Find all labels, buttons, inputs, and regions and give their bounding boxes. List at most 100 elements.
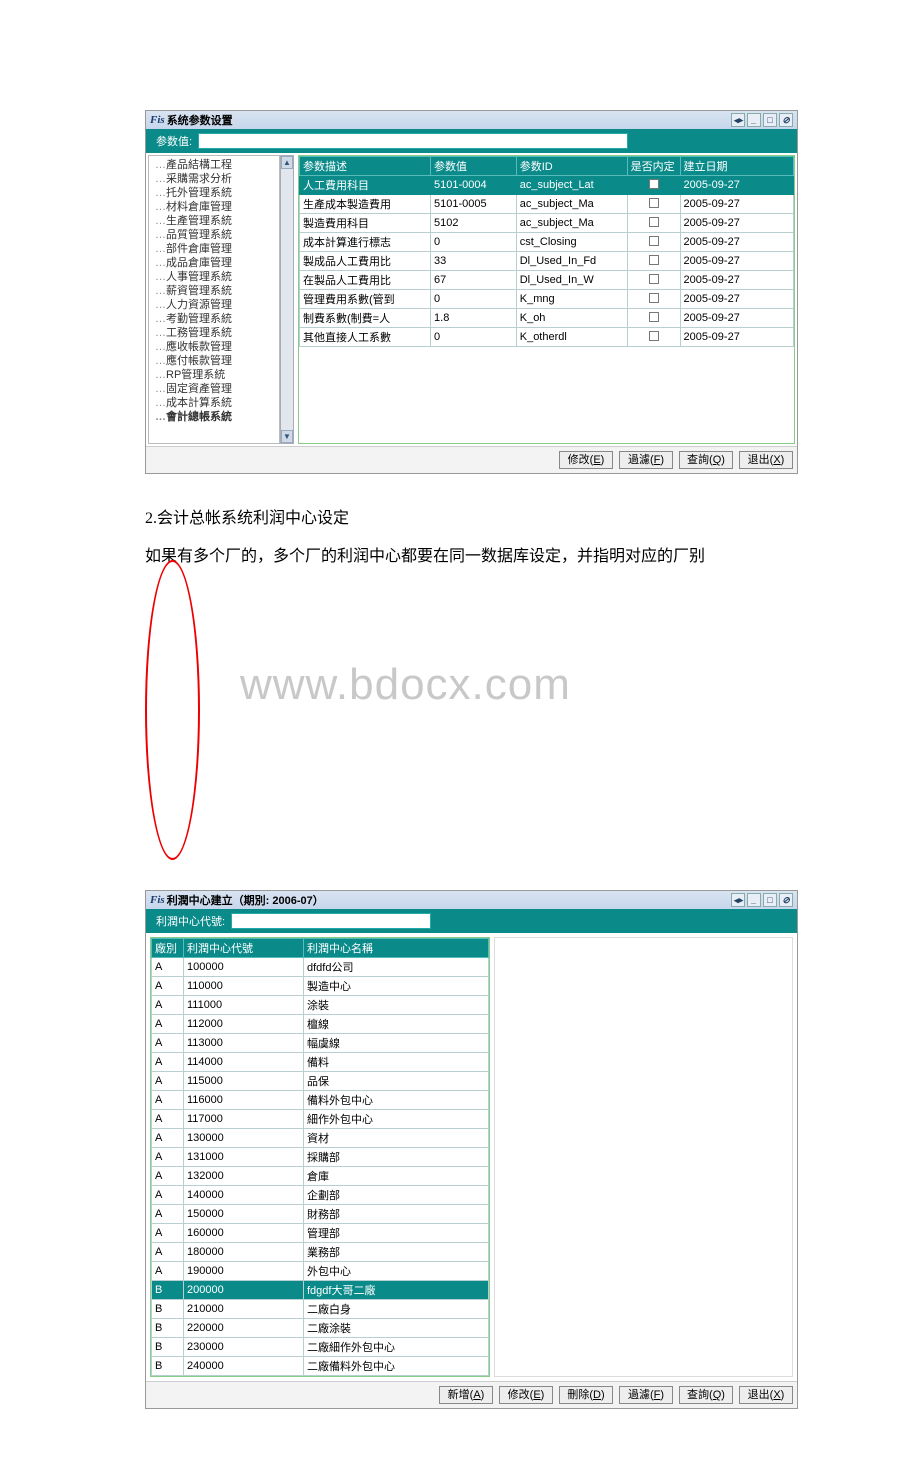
profit-center-code-input[interactable] (231, 913, 431, 929)
table-row[interactable]: B230000二廠細作外包中心 (152, 1338, 489, 1357)
table-row[interactable]: B200000fdgdf大哥二廠 (152, 1281, 489, 1300)
profit-center-grid[interactable]: 廠別利潤中心代號利潤中心名稱 A100000dfdfd公司A110000製造中心… (150, 937, 490, 1377)
cell-desc: 其他直接人工系數 (300, 328, 431, 347)
params-grid[interactable]: 参数描述参数值参数ID是否内定建立日期 人工費用科目5101-0004ac_su… (298, 155, 795, 444)
column-header[interactable]: 廠別 (152, 939, 184, 958)
table-row[interactable]: 其他直接人工系數0K_otherdl2005-09-27 (300, 328, 794, 347)
table-row[interactable]: A180000業務部 (152, 1243, 489, 1262)
table-row[interactable]: A117000細作外包中心 (152, 1110, 489, 1129)
column-header[interactable]: 利潤中心代號 (184, 939, 304, 958)
查詢-button[interactable]: 查詢(Q) (679, 451, 733, 469)
過濾-button[interactable]: 過濾(F) (619, 1386, 673, 1404)
tree-node[interactable]: 產品結構工程 (155, 158, 279, 172)
minimize-icon[interactable]: _ (747, 113, 761, 127)
minimize-icon[interactable]: _ (747, 893, 761, 907)
param-value-input[interactable] (198, 133, 628, 149)
修改-button[interactable]: 修改(E) (499, 1386, 553, 1404)
titlebar[interactable]: Fis 系统参数设置 ◂▸ _ □ ⊘ (146, 111, 797, 129)
close-icon[interactable]: ⊘ (779, 893, 793, 907)
table-row[interactable]: 成本計算進行標志0cst_Closing2005-09-27 (300, 233, 794, 252)
cell-checkbox[interactable] (627, 214, 680, 233)
table-row[interactable]: 在製品人工費用比67Dl_Used_In_W2005-09-27 (300, 271, 794, 290)
table-row[interactable]: 製成品人工費用比33Dl_Used_In_Fd2005-09-27 (300, 252, 794, 271)
tree-node[interactable]: 采購需求分析 (155, 172, 279, 186)
cell-checkbox[interactable] (627, 233, 680, 252)
table-row[interactable]: A110000製造中心 (152, 977, 489, 996)
table-row[interactable]: A190000外包中心 (152, 1262, 489, 1281)
tree-node[interactable]: 固定資產管理 (155, 382, 279, 396)
maximize-icon[interactable]: □ (763, 893, 777, 907)
module-tree[interactable]: 產品結構工程采購需求分析托外管理系統材料倉庫管理生產管理系統品質管理系統部件倉庫… (148, 155, 280, 444)
cell-code: 115000 (184, 1072, 304, 1091)
table-row[interactable]: A112000檀線 (152, 1015, 489, 1034)
tree-node[interactable]: 托外管理系統 (155, 186, 279, 200)
刪除-button[interactable]: 刪除(D) (559, 1386, 613, 1404)
tree-node[interactable]: 成本計算系統 (155, 396, 279, 410)
table-row[interactable]: A114000備料 (152, 1053, 489, 1072)
table-row[interactable]: A113000幅虞線 (152, 1034, 489, 1053)
column-header[interactable]: 建立日期 (680, 157, 793, 176)
cell-checkbox[interactable] (627, 195, 680, 214)
tree-node[interactable]: 生產管理系統 (155, 214, 279, 228)
tree-node[interactable]: 會計總帳系統 (155, 410, 279, 424)
tree-node[interactable]: 品質管理系統 (155, 228, 279, 242)
column-header[interactable]: 参数ID (516, 157, 627, 176)
table-row[interactable]: B210000二廠白身 (152, 1300, 489, 1319)
新增-button[interactable]: 新增(A) (439, 1386, 493, 1404)
table-row[interactable]: 管理費用系數(管到0K_mng2005-09-27 (300, 290, 794, 309)
table-row[interactable]: A132000倉庫 (152, 1167, 489, 1186)
退出-button[interactable]: 退出(X) (739, 451, 793, 469)
cell-checkbox[interactable] (627, 176, 680, 195)
cell-checkbox[interactable] (627, 309, 680, 328)
tree-node[interactable]: 部件倉庫管理 (155, 242, 279, 256)
tree-scrollbar[interactable]: ▲ ▼ (280, 155, 294, 444)
cell-factory: A (152, 1186, 184, 1205)
table-row[interactable]: A150000財務部 (152, 1205, 489, 1224)
table-row[interactable]: A111000涂裝 (152, 996, 489, 1015)
table-row[interactable]: B240000二廠備料外包中心 (152, 1357, 489, 1376)
table-row[interactable]: 製造費用科目5102ac_subject_Ma2005-09-27 (300, 214, 794, 233)
help-icon[interactable]: ◂▸ (731, 893, 745, 907)
scroll-up-icon[interactable]: ▲ (281, 156, 293, 169)
close-icon[interactable]: ⊘ (779, 113, 793, 127)
table-row[interactable]: B220000二廠涂裝 (152, 1319, 489, 1338)
titlebar[interactable]: Fis 利潤中心建立（期別: 2006-07） ◂▸ _ □ ⊘ (146, 891, 797, 909)
table-row[interactable]: 生產成本製造費用5101-0005ac_subject_Ma2005-09-27 (300, 195, 794, 214)
cell-checkbox[interactable] (627, 290, 680, 309)
maximize-icon[interactable]: □ (763, 113, 777, 127)
column-header[interactable]: 参数值 (431, 157, 517, 176)
cell-name: 幅虞線 (304, 1034, 489, 1053)
table-row[interactable]: A131000採購部 (152, 1148, 489, 1167)
column-header[interactable]: 利潤中心名稱 (304, 939, 489, 958)
tree-node[interactable]: 材料倉庫管理 (155, 200, 279, 214)
查詢-button[interactable]: 查詢(Q) (679, 1386, 733, 1404)
修改-button[interactable]: 修改(E) (559, 451, 613, 469)
cell-checkbox[interactable] (627, 252, 680, 271)
tree-node[interactable]: 人事管理系統 (155, 270, 279, 284)
table-row[interactable]: A160000管理部 (152, 1224, 489, 1243)
tree-node[interactable]: 人力資源管理 (155, 298, 279, 312)
table-row[interactable]: A140000企劃部 (152, 1186, 489, 1205)
tree-node[interactable]: 成品倉庫管理 (155, 256, 279, 270)
table-row[interactable]: A100000dfdfd公司 (152, 958, 489, 977)
help-icon[interactable]: ◂▸ (731, 113, 745, 127)
退出-button[interactable]: 退出(X) (739, 1386, 793, 1404)
cell-checkbox[interactable] (627, 271, 680, 290)
table-row[interactable]: A115000品保 (152, 1072, 489, 1091)
cell-checkbox[interactable] (627, 328, 680, 347)
column-header[interactable]: 参数描述 (300, 157, 431, 176)
table-row[interactable]: 人工費用科目5101-0004ac_subject_Lat2005-09-27 (300, 176, 794, 195)
table-row[interactable]: A116000備料外包中心 (152, 1091, 489, 1110)
過濾-button[interactable]: 過濾(F) (619, 451, 673, 469)
table-row[interactable]: A130000資材 (152, 1129, 489, 1148)
tree-node[interactable]: 應收帳款管理 (155, 340, 279, 354)
tree-node[interactable]: 考勤管理系統 (155, 312, 279, 326)
scroll-down-icon[interactable]: ▼ (281, 430, 293, 443)
tree-node[interactable]: 工務管理系統 (155, 326, 279, 340)
tree-node[interactable]: 薪資管理系統 (155, 284, 279, 298)
tree-node[interactable]: 應付帳款管理 (155, 354, 279, 368)
cell-desc: 成本計算進行標志 (300, 233, 431, 252)
table-row[interactable]: 制費系數(制費=人1.8K_oh2005-09-27 (300, 309, 794, 328)
tree-node[interactable]: RP管理系統 (155, 368, 279, 382)
column-header[interactable]: 是否内定 (627, 157, 680, 176)
